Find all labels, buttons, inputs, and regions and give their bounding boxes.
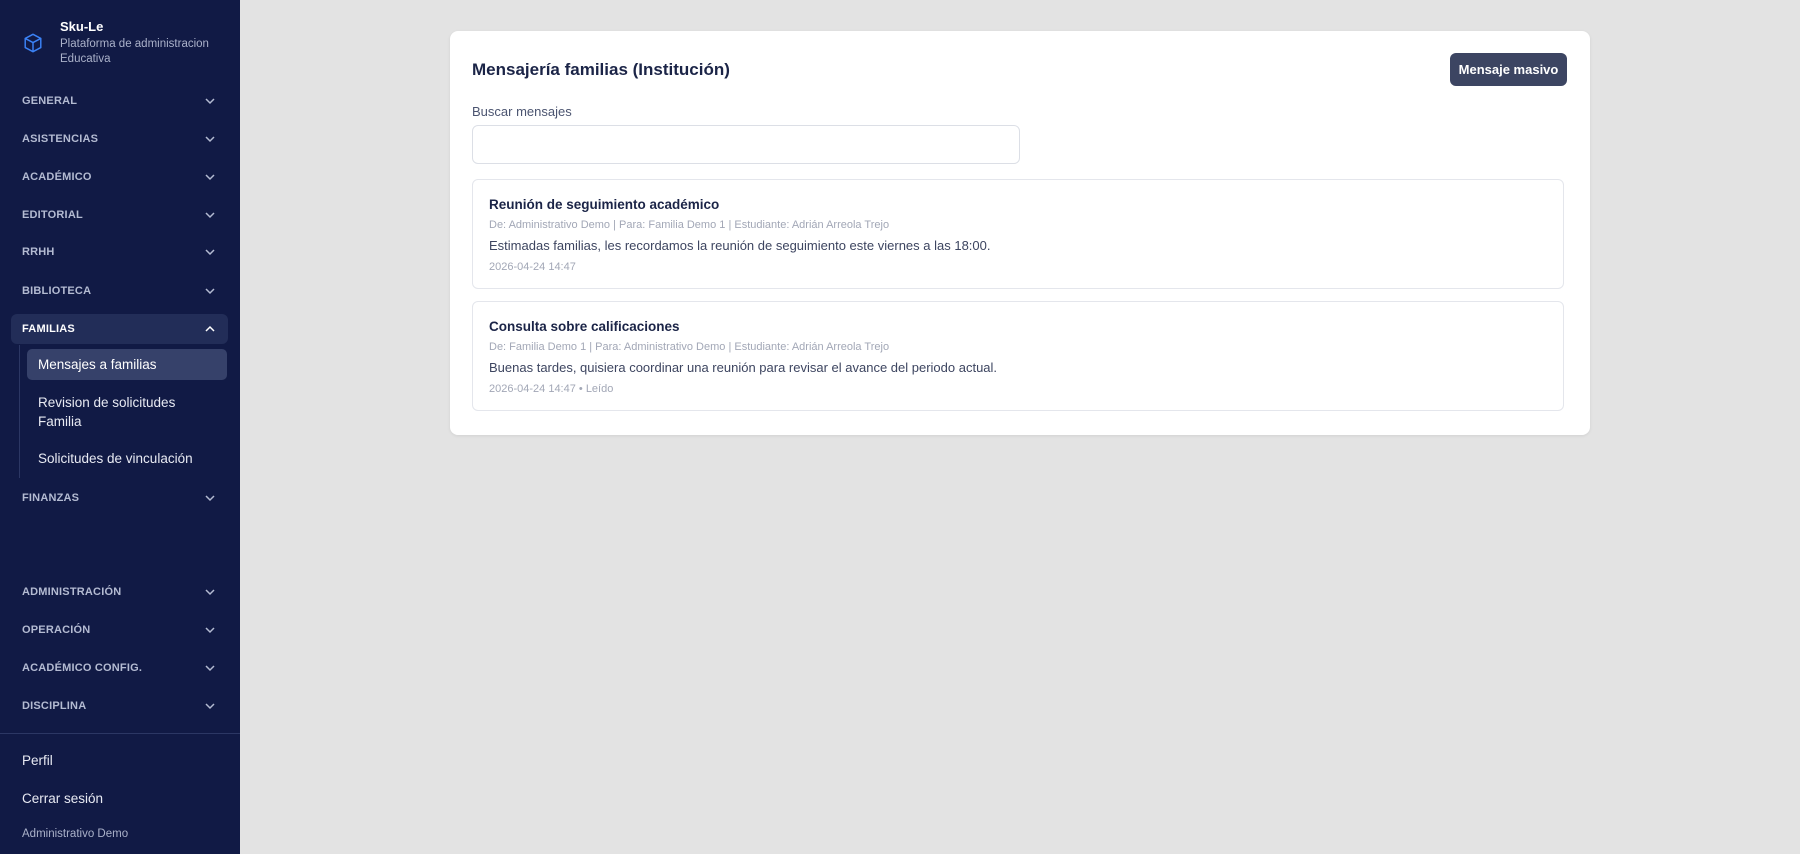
section-label: FAMILIAS [22,323,75,335]
sidebar-section-asistencias[interactable]: ASISTENCIAS [11,124,228,154]
sidebar-section-administracion[interactable]: ADMINISTRACIÓN [11,577,228,607]
message-subject: Reunión de seguimiento académico [489,197,720,212]
message-body: Estimadas familias, les recordamos la re… [489,238,991,253]
search-input[interactable] [472,125,1020,164]
sidebar-section-finanzas[interactable]: FINANZAS [11,483,228,513]
chevron-up-icon [205,325,215,332]
chevron-down-icon [205,665,215,672]
section-label: ACADÉMICO CONFIG. [22,662,143,674]
chevron-down-icon [205,249,215,256]
sidebar-section-editorial[interactable]: EDITORIAL [11,200,228,230]
chevron-down-icon [205,98,215,105]
sidebar-section-academico[interactable]: ACADÉMICO [11,162,228,192]
submenu-guide-line [19,345,22,478]
mass-message-button[interactable]: Mensaje masivo [1450,53,1567,86]
section-label: ADMINISTRACIÓN [22,586,122,598]
section-label: RRHH [22,246,55,258]
search-label: Buscar mensajes [472,104,572,119]
chevron-down-icon [205,212,215,219]
profile-link[interactable]: Perfil [22,753,53,768]
sidebar-section-biblioteca[interactable]: BIBLIOTECA [11,276,228,306]
page-title: Mensajería familias (Institución) [472,60,730,79]
message-timestamp: 2026-04-24 14:47 • Leído [489,383,614,395]
sidebar-item-solicitudes-vinculacion[interactable]: Solicitudes de vinculación [27,443,227,474]
brand-subtitle: Plataforma de administracion Educativa [60,38,209,65]
sidebar-section-academico-config[interactable]: ACADÉMICO CONFIG. [11,653,228,683]
chevron-down-icon [205,589,215,596]
section-label: ASISTENCIAS [22,133,99,145]
section-label: EDITORIAL [22,209,83,221]
sidebar-divider [0,733,240,734]
sidebar-section-rrhh[interactable]: RRHH [11,237,228,267]
message-card[interactable]: Consulta sobre calificaciones De: Famili… [472,301,1564,411]
section-label: BIBLIOTECA [22,285,92,297]
brand[interactable]: Sku-Le Plataforma de administracion Educ… [22,18,210,67]
chevron-down-icon [205,627,215,634]
message-meta: De: Administrativo Demo | Para: Familia … [489,219,890,231]
sidebar-item-mensajes-a-familias[interactable]: Mensajes a familias [27,349,227,380]
chevron-down-icon [205,136,215,143]
section-label: FINANZAS [22,492,80,504]
chevron-down-icon [205,174,215,181]
message-subject: Consulta sobre calificaciones [489,319,680,334]
message-card[interactable]: Reunión de seguimiento académico De: Adm… [472,179,1564,289]
section-label: GENERAL [22,95,78,107]
sidebar-item-revision-solicitudes[interactable]: Revision de solicitudes Familia [27,387,227,437]
messages-panel: Mensajería familias (Institución) Mensaj… [450,31,1590,435]
sidebar: Sku-Le Plataforma de administracion Educ… [0,0,240,854]
brand-title: Sku-Le [60,19,104,34]
cube-icon [24,33,42,53]
section-label: OPERACIÓN [22,624,91,636]
sidebar-section-disciplina[interactable]: DISCIPLINA [11,691,228,721]
message-meta: De: Familia Demo 1 | Para: Administrativ… [489,341,890,353]
section-label: DISCIPLINA [22,700,87,712]
sidebar-section-general[interactable]: GENERAL [11,86,228,116]
sidebar-section-operacion[interactable]: OPERACIÓN [11,615,228,645]
chevron-down-icon [205,288,215,295]
logout-link[interactable]: Cerrar sesión [22,791,103,806]
message-timestamp: 2026-04-24 14:47 [489,261,576,273]
chevron-down-icon [205,703,215,710]
sidebar-section-familias[interactable]: FAMILIAS [11,314,228,344]
section-label: ACADÉMICO [22,171,92,183]
message-body: Buenas tardes, quisiera coordinar una re… [489,360,998,375]
chevron-down-icon [205,495,215,502]
current-user: Administrativo Demo [22,828,129,840]
